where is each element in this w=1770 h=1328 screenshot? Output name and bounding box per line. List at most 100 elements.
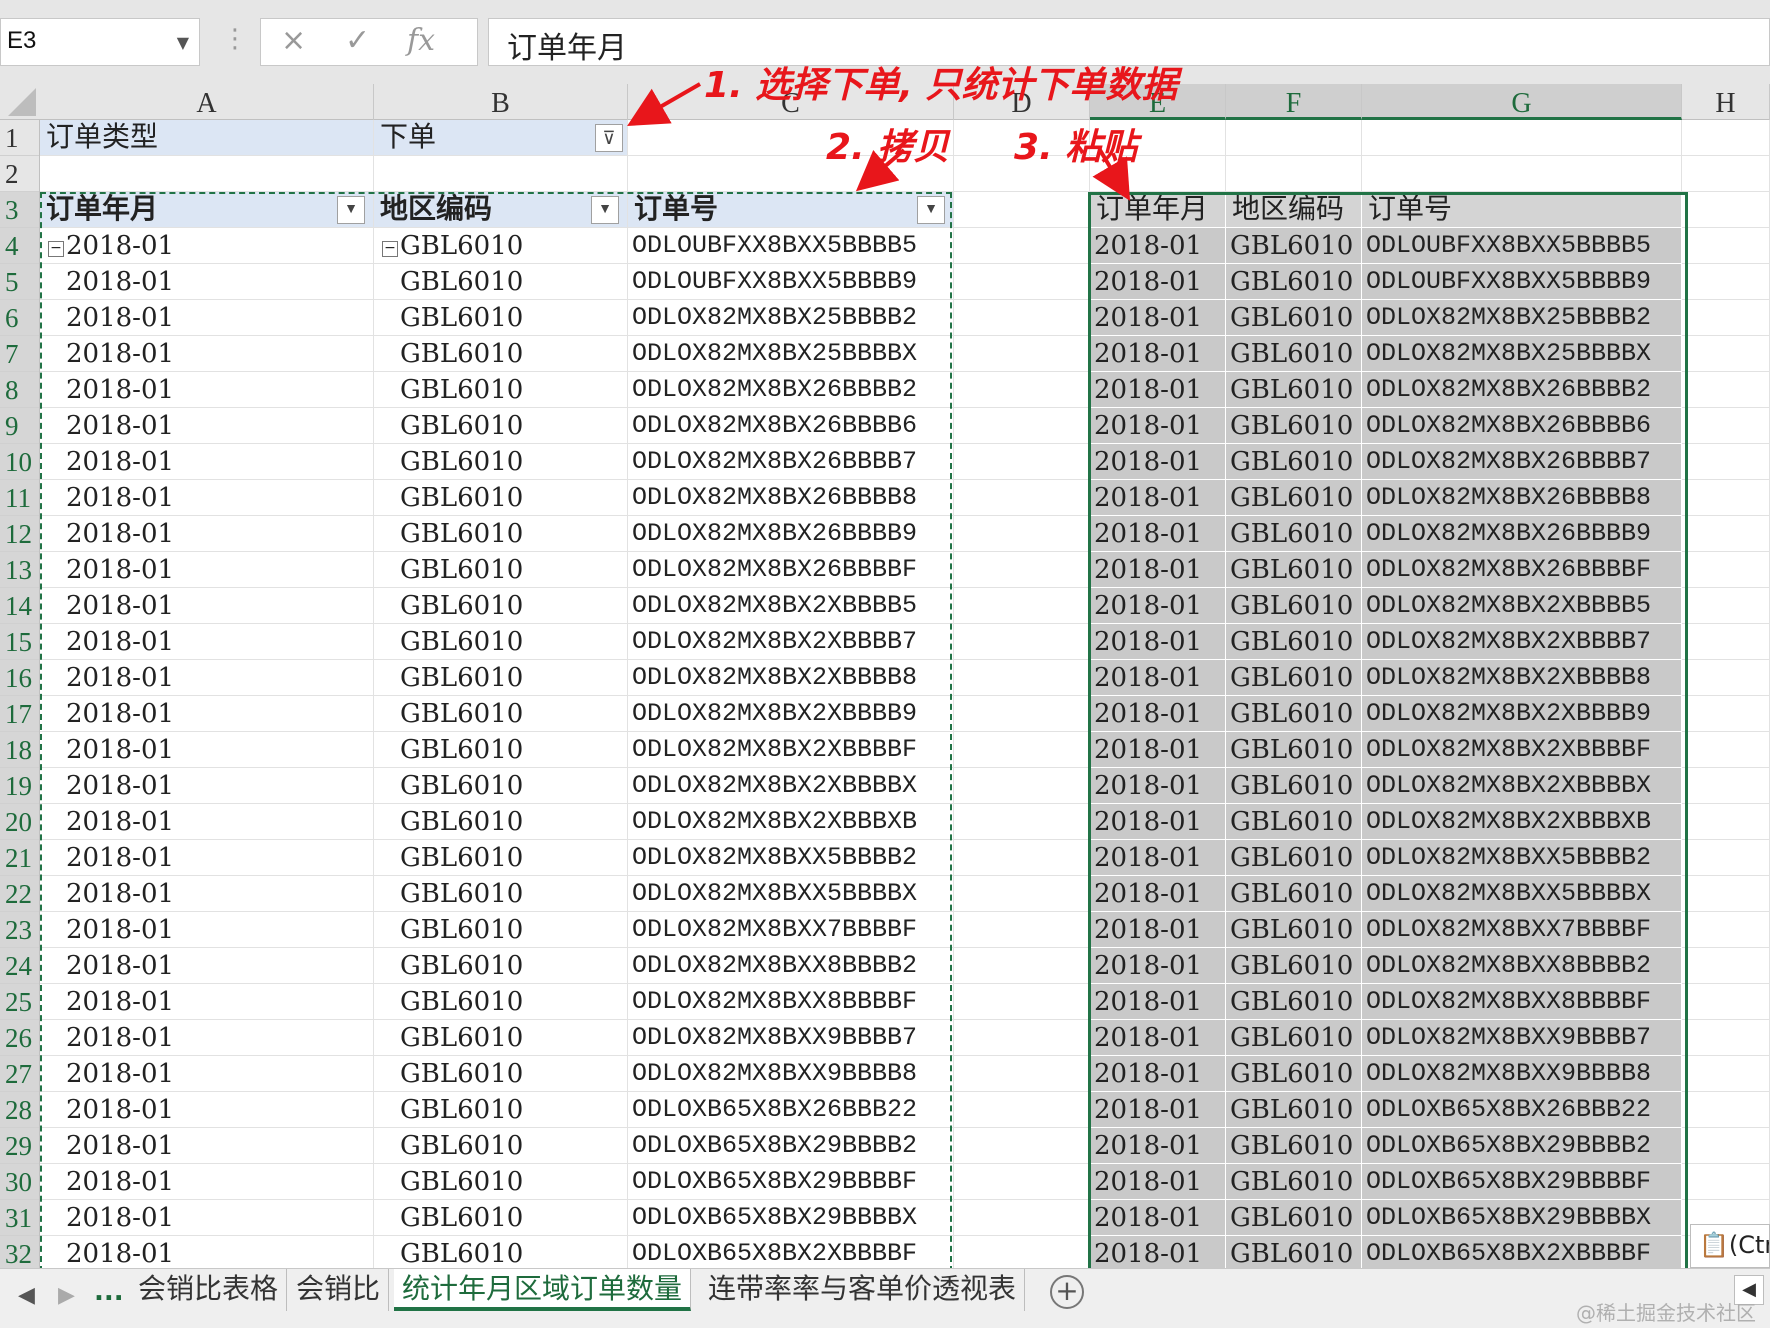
pasted-row-month[interactable]: 2018-01 <box>1090 516 1226 552</box>
row-header[interactable]: 14 <box>0 588 39 624</box>
row-header[interactable]: 21 <box>0 840 39 876</box>
grid-cell[interactable] <box>954 1020 1090 1056</box>
pasted-row-order[interactable]: ODLOXB65X8BX29BBBBF <box>1362 1164 1682 1200</box>
grid-cell[interactable] <box>954 552 1090 588</box>
pivot-row-region[interactable]: GBL6010 <box>374 300 628 336</box>
filter-field-value[interactable]: 下单 ⊽ <box>374 120 628 156</box>
grid-cell[interactable] <box>954 804 1090 840</box>
grid-cell[interactable] <box>1682 516 1770 552</box>
pivot-row-region[interactable]: GBL6010 <box>374 1020 628 1056</box>
pasted-row-month[interactable]: 2018-01 <box>1090 300 1226 336</box>
pivot-row-order[interactable]: ODLOX82MX8BX2XBBBBF <box>628 732 954 768</box>
grid-cell[interactable] <box>954 984 1090 1020</box>
pasted-row-order[interactable]: ODLOX82MX8BX25BBBBX <box>1362 336 1682 372</box>
pasted-row-month[interactable]: 2018-01 <box>1090 588 1226 624</box>
column-header-b[interactable]: B <box>374 84 628 120</box>
pasted-row-month[interactable]: 2018-01 <box>1090 876 1226 912</box>
row-header[interactable]: 3 <box>0 192 39 228</box>
grid-cell[interactable] <box>1682 1020 1770 1056</box>
pasted-row-order[interactable]: ODLOXB65X8BX2XBBBBF <box>1362 1236 1682 1268</box>
grid-cell[interactable] <box>374 156 628 192</box>
grid-cell[interactable] <box>1682 804 1770 840</box>
pivot-row-month[interactable]: 2018-01 <box>40 588 374 624</box>
grid-cell[interactable] <box>1682 660 1770 696</box>
grid-cell[interactable] <box>954 1200 1090 1236</box>
pasted-row-order[interactable]: ODLOXB65X8BX29BBBB2 <box>1362 1128 1682 1164</box>
column-header-a[interactable]: A <box>40 84 374 120</box>
row-header[interactable]: 7 <box>0 336 39 372</box>
pivot-row-order[interactable]: ODLOUBFXX8BXX5BBBB9 <box>628 264 954 300</box>
grid-cell[interactable] <box>954 624 1090 660</box>
pivot-row-region[interactable]: GBL6010 <box>374 588 628 624</box>
pasted-row-month[interactable]: 2018-01 <box>1090 1020 1226 1056</box>
grid-cell[interactable] <box>1682 372 1770 408</box>
pivot-row-month[interactable]: 2018-01 <box>40 1020 374 1056</box>
grid-cell[interactable] <box>954 876 1090 912</box>
pivot-row-month[interactable]: 2018-01 <box>40 372 374 408</box>
row-header[interactable]: 24 <box>0 948 39 984</box>
filter-applied-icon[interactable]: ⊽ <box>595 124 623 152</box>
grid-cell[interactable] <box>1682 336 1770 372</box>
pivot-row-order[interactable]: ODLOXB65X8BX2XBBBBF <box>628 1236 954 1268</box>
grid-cell[interactable] <box>954 336 1090 372</box>
row-header[interactable]: 20 <box>0 804 39 840</box>
pivot-row-order[interactable]: ODLOX82MX8BX2XBBBBX <box>628 768 954 804</box>
grid-cell[interactable] <box>1682 912 1770 948</box>
pivot-row-month[interactable]: −2018-01 <box>40 228 374 264</box>
grid-cell[interactable] <box>1682 696 1770 732</box>
pivot-row-order[interactable]: ODLOX82MX8BX25BBBB2 <box>628 300 954 336</box>
pasted-row-region[interactable]: GBL6010 <box>1226 372 1362 408</box>
pivot-header-1[interactable]: 地区编码 ▼ <box>374 192 628 228</box>
pasted-header-1[interactable]: 地区编码 <box>1226 192 1362 228</box>
pasted-row-order[interactable]: ODLOUBFXX8BXX5BBBB9 <box>1362 264 1682 300</box>
row-header[interactable]: 16 <box>0 660 39 696</box>
select-all-corner[interactable] <box>8 88 36 116</box>
pasted-row-region[interactable]: GBL6010 <box>1226 1020 1362 1056</box>
grid-cell[interactable] <box>1682 732 1770 768</box>
row-header[interactable]: 2 <box>0 156 39 192</box>
pasted-row-region[interactable]: GBL6010 <box>1226 1128 1362 1164</box>
grid-cell[interactable] <box>954 300 1090 336</box>
row-header[interactable]: 30 <box>0 1164 39 1200</box>
grid-cell[interactable] <box>1682 444 1770 480</box>
grid-cell[interactable] <box>954 732 1090 768</box>
pasted-row-order[interactable]: ODLOX82MX8BX26BBBB9 <box>1362 516 1682 552</box>
row-header[interactable]: 23 <box>0 912 39 948</box>
pivot-row-month[interactable]: 2018-01 <box>40 732 374 768</box>
pasted-row-order[interactable]: ODLOX82MX8BX2XBBBBX <box>1362 768 1682 804</box>
pasted-row-month[interactable]: 2018-01 <box>1090 984 1226 1020</box>
grid-cell[interactable] <box>954 1164 1090 1200</box>
grid-cell[interactable] <box>1682 840 1770 876</box>
pasted-row-region[interactable]: GBL6010 <box>1226 840 1362 876</box>
pivot-row-month[interactable]: 2018-01 <box>40 768 374 804</box>
pasted-row-order[interactable]: ODLOX82MX8BX26BBBB8 <box>1362 480 1682 516</box>
row-header[interactable]: 4 <box>0 228 39 264</box>
row-header[interactable]: 9 <box>0 408 39 444</box>
pivot-row-region[interactable]: GBL6010 <box>374 732 628 768</box>
pivot-row-month[interactable]: 2018-01 <box>40 840 374 876</box>
pasted-row-region[interactable]: GBL6010 <box>1226 948 1362 984</box>
grid-cell[interactable] <box>40 156 374 192</box>
pasted-row-order[interactable]: ODLOUBFXX8BXX5BBBB5 <box>1362 228 1682 264</box>
pivot-row-region[interactable]: GBL6010 <box>374 516 628 552</box>
name-box[interactable]: E3 ▼ <box>0 18 200 66</box>
pasted-row-month[interactable]: 2018-01 <box>1090 912 1226 948</box>
pasted-row-region[interactable]: GBL6010 <box>1226 1200 1362 1236</box>
pasted-row-month[interactable]: 2018-01 <box>1090 840 1226 876</box>
pivot-row-region[interactable]: GBL6010 <box>374 876 628 912</box>
grid-cell[interactable] <box>954 696 1090 732</box>
grid-cell[interactable] <box>954 1236 1090 1268</box>
row-header[interactable]: 19 <box>0 768 39 804</box>
pivot-row-order[interactable]: ODLOX82MX8BX26BBBBF <box>628 552 954 588</box>
pivot-row-order[interactable]: ODLOX82MX8BXX5BBBBX <box>628 876 954 912</box>
function-icon[interactable]: fx <box>407 23 435 58</box>
pivot-row-order[interactable]: ODLOX82MX8BX2XBBBB9 <box>628 696 954 732</box>
pivot-row-month[interactable]: 2018-01 <box>40 696 374 732</box>
pasted-row-order[interactable]: ODLOX82MX8BX26BBBB7 <box>1362 444 1682 480</box>
pasted-row-region[interactable]: GBL6010 <box>1226 516 1362 552</box>
pivot-row-order[interactable]: ODLOX82MX8BX2XBBBXB <box>628 804 954 840</box>
grid-cell[interactable] <box>1682 588 1770 624</box>
pivot-row-month[interactable]: 2018-01 <box>40 912 374 948</box>
pivot-row-order[interactable]: ODLOX82MX8BXX8BBBB2 <box>628 948 954 984</box>
grid-cell[interactable] <box>1682 192 1770 228</box>
